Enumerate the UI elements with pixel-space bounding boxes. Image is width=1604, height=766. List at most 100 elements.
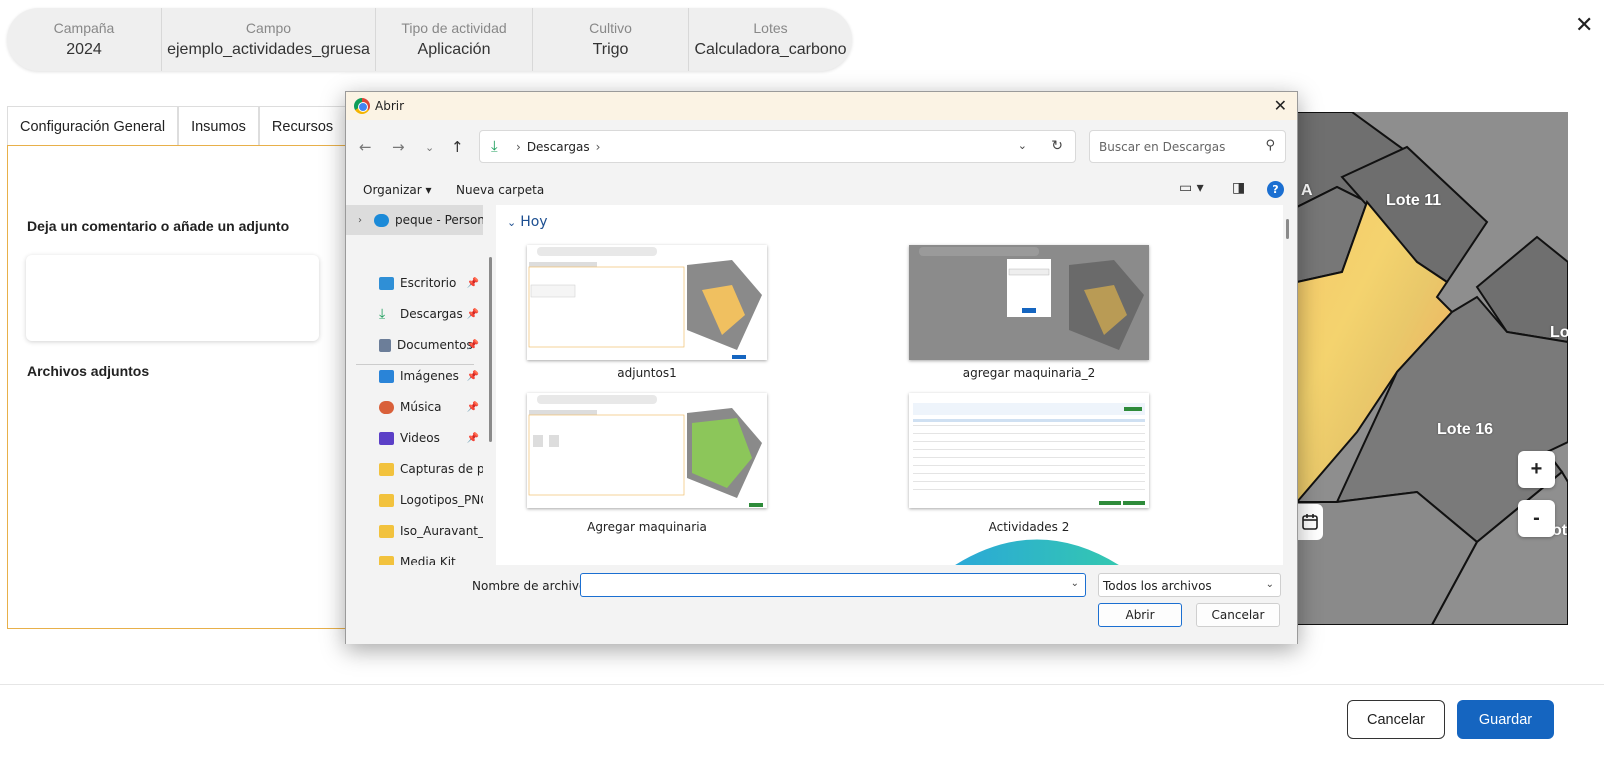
organize-button[interactable]: Organizar ▾ [363,183,432,197]
chevron-down-icon[interactable]: ⌄ [1071,578,1079,589]
dialog-nav-row: ← → ⌄ ↑ ⤓ › Descargas › ⌄ ↻ Buscar en Desc… [346,130,1297,164]
file-name[interactable]: adjuntos1 [527,366,767,380]
logo-thumbnail-partial[interactable] [952,537,1122,565]
tab-inputs[interactable]: Insumos [178,106,259,146]
sidebar-item-pictures[interactable]: Imágenes 📌 [346,361,483,391]
file-thumbnail[interactable] [909,245,1149,360]
dialog-cancel-button[interactable]: Cancelar [1196,603,1280,627]
summary-label: Campaña [53,20,115,36]
zoom-out-button[interactable]: - [1518,500,1555,537]
file-list-scrollbar[interactable] [1286,219,1289,239]
expand-chevron-icon[interactable]: › [358,215,362,226]
sidebar-item-folder[interactable]: Capturas de par [346,454,483,484]
file-thumbnail[interactable] [527,245,767,360]
screenshot-thumbnail [527,245,767,360]
file-open-dialog: Abrir ✕ ← → ⌄ ↑ ⤓ › Descargas › ⌄ ↻ Buscar… [345,91,1298,644]
sidebar-item-downloads[interactable]: ⤓ Descargas 📌 [346,299,483,329]
help-icon[interactable]: ? [1267,181,1284,198]
sidebar-item-folder[interactable]: Media Kit [346,547,483,565]
file-name[interactable]: Agregar maquinaria [527,520,767,534]
comment-input[interactable] [26,255,319,341]
sidebar-item-folder[interactable]: Iso_Auravant_PN [346,516,483,546]
map-lot-label: A [1301,182,1313,199]
sidebar-scrollbar[interactable] [489,257,492,442]
folder-icon [379,524,394,538]
sidebar-item-music[interactable]: Música 📌 [346,392,483,422]
zoom-in-button[interactable]: + [1518,451,1555,488]
calendar-icon [1302,514,1318,530]
file-type-select[interactable]: Todos los archivos ⌄ [1098,573,1281,597]
map-view[interactable]: A Lote 11 Lo Lote 16 ot [1297,112,1568,625]
refresh-icon[interactable]: ↻ [1051,138,1063,154]
folder-icon [379,555,394,565]
open-button[interactable]: Abrir [1098,603,1182,627]
videos-icon [379,431,394,445]
breadcrumb: › Descargas › [516,140,601,154]
sidebar-item-documents[interactable]: Documentos 📌 [346,330,483,360]
new-folder-button[interactable]: Nueva carpeta [456,183,544,197]
forward-arrow-icon[interactable]: → [392,138,405,156]
back-arrow-icon[interactable]: ← [359,138,372,156]
calendar-button[interactable] [1297,504,1323,540]
sidebar-item-desktop[interactable]: Escritorio 📌 [346,268,483,298]
dialog-close-icon[interactable]: ✕ [1274,96,1287,115]
close-icon[interactable]: ✕ [1575,12,1593,38]
file-thumbnail[interactable] [527,393,767,508]
view-mode-icon[interactable]: ▭ ▾ [1179,180,1204,196]
screenshot-thumbnail [909,393,1149,508]
pin-icon[interactable]: 📌 [467,278,479,289]
pin-icon[interactable]: 📌 [467,371,479,382]
pin-icon[interactable]: 📌 [467,340,479,351]
attachments-title: Archivos adjuntos [27,363,150,379]
pin-icon[interactable]: 📌 [467,402,479,413]
summary-activity-type: Tipo de actividad Aplicación [376,8,533,71]
summary-lots: Lotes Calculadora_carbono [689,8,852,71]
summary-label: Tipo de actividad [401,20,507,36]
save-button[interactable]: Guardar [1457,700,1554,739]
summary-value: Calculadora_carbono [694,41,847,58]
map-fields [1297,112,1568,625]
activity-tabs: Configuración General Insumos Recursos C [7,106,383,146]
pictures-icon [379,369,394,383]
file-name[interactable]: Actividades 2 [909,520,1149,534]
dialog-sidebar: › peque - Persona Escritorio 📌 ⤓ Descarga… [346,205,483,565]
dialog-title: Abrir [375,99,405,113]
up-arrow-icon[interactable]: ↑ [451,138,464,156]
filename-input[interactable]: ⌄ [580,573,1086,597]
dialog-footer: Nombre de archivo: ⌄ Todos los archivos … [346,565,1297,644]
cancel-button[interactable]: Cancelar [1347,700,1445,739]
documents-icon [379,338,391,352]
file-name[interactable]: agregar maquinaria_2 [909,366,1149,380]
breadcrumb-folder[interactable]: Descargas [527,140,590,154]
search-field[interactable]: Buscar en Descargas ⚲ [1089,130,1286,163]
map-lot-label: Lote 11 [1386,192,1442,209]
dialog-toolbar: Organizar ▾ Nueva carpeta ▭ ▾ ◨ ? [346,175,1297,205]
summary-crop: Cultivo Trigo [533,8,689,71]
dialog-titlebar: Abrir ✕ [346,92,1297,120]
onedrive-icon [374,213,389,227]
file-thumbnail[interactable] [909,393,1149,508]
screenshot-thumbnail [909,245,1149,360]
sidebar-item-folder[interactable]: Logotipos_PNG [346,485,483,515]
sidebar-item-onedrive[interactable]: › peque - Persona [346,205,483,235]
recent-chevron-icon[interactable]: ⌄ [425,141,434,154]
summary-value: Aplicación [417,41,491,58]
activity-summary: Campaña 2024 Campo ejemplo_actividades_g… [7,8,852,71]
group-header[interactable]: ⌄ Hoy [507,214,548,230]
chrome-icon [354,98,370,114]
address-dropdown-icon[interactable]: ⌄ [1018,139,1027,152]
filename-label: Nombre de archivo: [472,579,591,593]
music-icon [379,400,394,414]
search-placeholder: Buscar en Descargas [1099,140,1226,154]
preview-pane-icon[interactable]: ◨ [1232,180,1245,196]
sidebar-item-videos[interactable]: Videos 📌 [346,423,483,453]
summary-label: Cultivo [589,20,632,36]
tab-resources[interactable]: Recursos [258,106,347,146]
folder-icon [379,462,394,476]
folder-icon [379,493,394,507]
map-lot-label: Lo [1550,324,1568,341]
tab-general-config[interactable]: Configuración General [7,106,179,146]
address-bar[interactable]: ⤓ › Descargas › ⌄ ↻ [479,130,1076,163]
pin-icon[interactable]: 📌 [467,309,479,320]
pin-icon[interactable]: 📌 [467,433,479,444]
